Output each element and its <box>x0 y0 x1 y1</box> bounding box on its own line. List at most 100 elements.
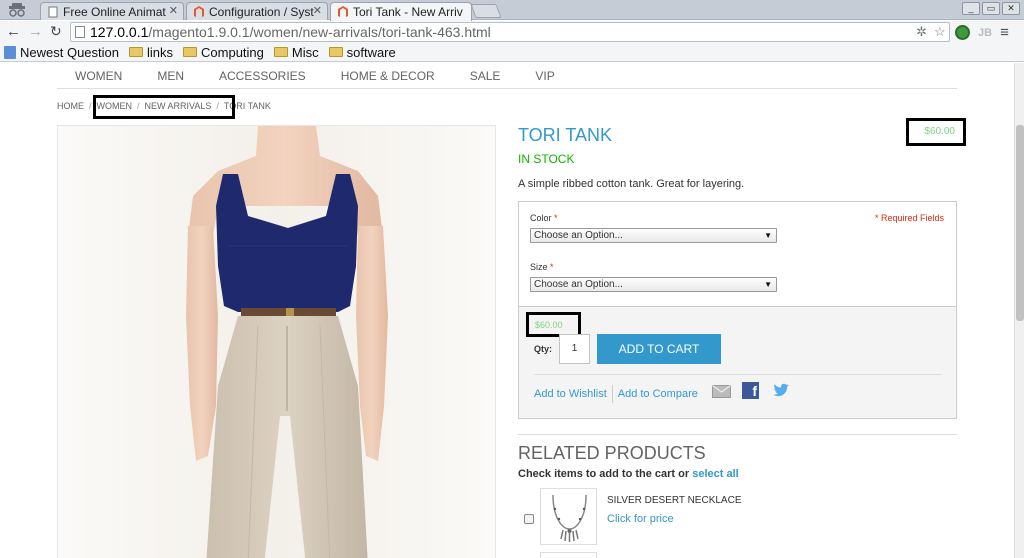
bookmark-label: Newest Question <box>20 44 119 60</box>
qty-input[interactable]: 1 <box>559 334 590 364</box>
menu-icon[interactable]: ≡ <box>1000 24 1009 41</box>
nav-home-decor[interactable]: Home & Decor <box>341 63 435 88</box>
necklace-image <box>552 494 587 542</box>
related-item-image[interactable] <box>540 552 597 558</box>
facebook-icon[interactable]: f <box>742 382 759 399</box>
select-value: Choose an Option... <box>534 230 623 241</box>
product-image[interactable] <box>57 125 496 558</box>
nav-accessories[interactable]: Accessories <box>219 63 306 88</box>
tab-configuration[interactable]: Configuration / Syst ✕ <box>186 2 328 20</box>
required-mark: * <box>554 213 558 223</box>
folder-icon <box>129 47 143 57</box>
bookmark-folder-misc[interactable]: Misc <box>273 44 319 60</box>
bookmark-folder-software[interactable]: software <box>328 44 396 60</box>
browser-tab-strip: Free Online Animat ✕ Configuration / Sys… <box>0 0 1024 21</box>
related-instructions: Check items to add to the cart or select… <box>518 468 739 480</box>
add-to-wishlist-link[interactable]: Add to Wishlist <box>534 388 607 400</box>
related-products-title: Related Products <box>518 443 706 463</box>
add-to-cart-box: $60.00 Qty: 1 Add to Cart Add to Wishlis… <box>518 307 957 419</box>
nav-vip[interactable]: VIP <box>535 63 554 88</box>
browser-toolbar: ← → ↻ 127.0.0.1/magento1.9.0.1/women/new… <box>0 21 1024 43</box>
tab-title: Free Online Animat <box>63 5 166 19</box>
document-icon <box>48 6 58 18</box>
close-icon[interactable]: ✕ <box>313 4 322 17</box>
scrollbar-thumb[interactable] <box>1016 125 1024 321</box>
close-icon[interactable]: ✕ <box>169 4 178 17</box>
address-bar[interactable]: 127.0.0.1/magento1.9.0.1/women/new-arriv… <box>70 22 950 42</box>
product-description: A simple ribbed cotton tank. Great for l… <box>518 178 745 190</box>
page-scrollbar[interactable] <box>1014 63 1024 558</box>
bookmark-label: links <box>147 44 174 60</box>
option-label-text: Color <box>530 213 552 223</box>
model-photo <box>58 126 495 558</box>
required-fields-note: * Required Fields <box>874 213 944 223</box>
nav-women[interactable]: Women <box>75 63 122 88</box>
new-tab-button[interactable] <box>470 4 502 18</box>
close-window-button[interactable]: ✕ <box>1002 2 1020 15</box>
folder-icon <box>273 47 288 57</box>
reload-icon[interactable]: ↻ <box>50 23 62 40</box>
extension-jb-icon[interactable]: JB <box>978 27 992 39</box>
nav-sale[interactable]: Sale <box>470 63 501 88</box>
tab-title: Tori Tank - New Arriv <box>353 5 463 19</box>
divider <box>611 385 613 403</box>
breadcrumb-home[interactable]: Home <box>57 101 84 111</box>
related-item-price-link[interactable]: Click for price <box>607 513 674 525</box>
divider <box>518 434 957 435</box>
option-label-size: Size * <box>530 262 554 272</box>
magento-icon <box>338 6 348 17</box>
option-label-text: Size <box>530 262 548 272</box>
dropdown-arrow-icon: ▼ <box>764 231 772 240</box>
size-select[interactable]: Choose an Option... ▼ <box>530 277 777 292</box>
nav-men[interactable]: Men <box>157 63 184 88</box>
bookmark-label: Misc <box>291 44 319 60</box>
add-to-cart-button[interactable]: Add to Cart <box>597 334 721 364</box>
bookmark-label: Computing <box>201 44 264 60</box>
color-select[interactable]: Choose an Option... ▼ <box>530 228 777 243</box>
price-text: $60.00 <box>924 126 955 137</box>
bookmark-newest-question[interactable]: Newest Question <box>0 45 119 60</box>
url-path: /magento1.9.0.1/women/new-arrivals/tori-… <box>148 24 491 40</box>
email-icon[interactable] <box>712 385 731 398</box>
select-all-link[interactable]: select all <box>692 468 738 480</box>
minimize-button[interactable]: _ <box>962 2 980 15</box>
option-label-color: Color * <box>530 213 558 223</box>
magento-icon <box>194 6 204 17</box>
price-text: $60.00 <box>535 320 563 330</box>
product-links: Add to Wishlist Add to Compare <box>534 385 698 403</box>
related-item-checkbox[interactable] <box>524 514 534 524</box>
folder-icon <box>183 47 198 57</box>
back-arrow-icon[interactable]: ← <box>6 23 21 40</box>
related-instructions-text: Check items to add to the cart or <box>518 468 690 480</box>
gear-icon[interactable]: ✲ <box>916 24 927 40</box>
bookmark-folder-links[interactable]: links <box>129 45 173 60</box>
product-price: $60.00 <box>906 118 966 146</box>
bookmark-label: software <box>346 44 396 60</box>
main-navigation: Women Men Accessories Home & Decor Sale … <box>57 63 957 89</box>
dropdown-arrow-icon: ▼ <box>764 280 772 289</box>
tab-title: Configuration / Syst <box>209 5 314 19</box>
tab-free-online[interactable]: Free Online Animat ✕ <box>40 2 184 20</box>
forward-arrow-icon[interactable]: → <box>28 23 43 40</box>
extension-area: JB ≡ <box>955 24 1009 41</box>
tab-tori-tank[interactable]: Tori Tank - New Arriv <box>330 2 472 21</box>
star-icon[interactable]: ☆ <box>934 24 946 40</box>
url-host: 127.0.0.1 <box>90 24 149 40</box>
stock-status: In stock <box>518 152 575 166</box>
folder-icon <box>328 47 343 57</box>
incognito-icon <box>9 3 25 17</box>
maximize-button[interactable]: ▭ <box>982 2 1000 15</box>
bookmarks-bar: Newest Question links Computing Misc sof… <box>0 43 1024 62</box>
related-item-name[interactable]: Silver Desert Necklace <box>607 495 742 506</box>
page-icon <box>75 26 85 38</box>
product-page: Women Men Accessories Home & Decor Sale … <box>0 63 1014 558</box>
extension-green-icon[interactable] <box>955 25 970 40</box>
qty-label: Qty: <box>534 344 552 354</box>
highlight-box-breadcrumb <box>93 95 235 119</box>
bookmark-folder-computing[interactable]: Computing <box>183 45 264 60</box>
twitter-icon[interactable] <box>772 383 790 398</box>
add-to-compare-link[interactable]: Add to Compare <box>618 388 698 400</box>
product-name: TORI TANK <box>518 125 613 145</box>
window-controls: _ ▭ ✕ <box>962 2 1020 15</box>
related-item-image[interactable] <box>540 488 597 545</box>
